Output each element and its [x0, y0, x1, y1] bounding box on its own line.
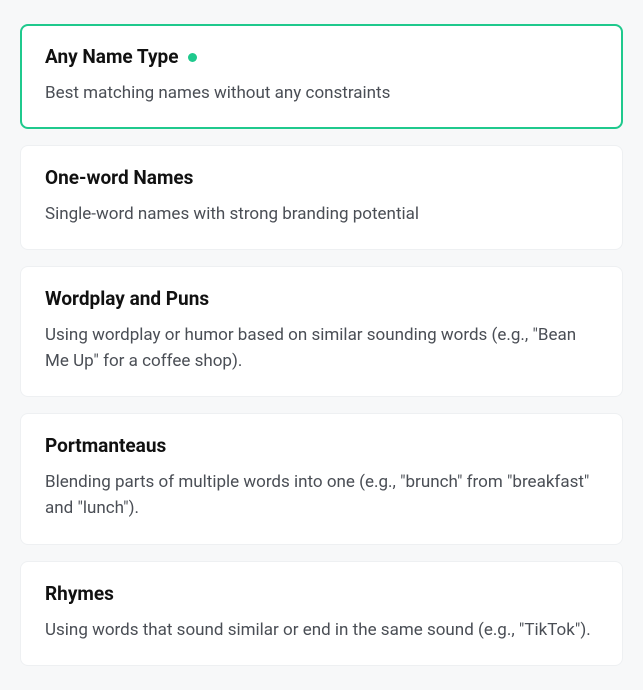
- option-title: Rhymes: [45, 582, 114, 607]
- option-title: One-word Names: [45, 166, 193, 191]
- option-description: Using words that sound similar or end in…: [45, 617, 598, 643]
- option-title: Portmanteaus: [45, 434, 166, 459]
- option-wordplay-and-puns[interactable]: Wordplay and Puns Using wordplay or humo…: [20, 266, 623, 397]
- option-description: Best matching names without any constrai…: [45, 80, 598, 106]
- option-rhymes[interactable]: Rhymes Using words that sound similar or…: [20, 561, 623, 666]
- option-title-row: Any Name Type: [45, 45, 598, 70]
- option-any-name-type[interactable]: Any Name Type Best matching names withou…: [20, 24, 623, 129]
- option-title: Wordplay and Puns: [45, 287, 209, 312]
- option-title: Any Name Type: [45, 45, 178, 70]
- option-portmanteaus[interactable]: Portmanteaus Blending parts of multiple …: [20, 413, 623, 544]
- option-title-row: Portmanteaus: [45, 434, 598, 459]
- selected-indicator-icon: [188, 53, 197, 62]
- option-title-row: Rhymes: [45, 582, 598, 607]
- option-title-row: One-word Names: [45, 166, 598, 191]
- option-description: Blending parts of multiple words into on…: [45, 469, 598, 522]
- name-type-option-list: Any Name Type Best matching names withou…: [20, 24, 623, 666]
- option-one-word-names[interactable]: One-word Names Single-word names with st…: [20, 145, 623, 250]
- option-title-row: Wordplay and Puns: [45, 287, 598, 312]
- option-description: Single-word names with strong branding p…: [45, 201, 598, 227]
- option-description: Using wordplay or humor based on similar…: [45, 322, 598, 375]
